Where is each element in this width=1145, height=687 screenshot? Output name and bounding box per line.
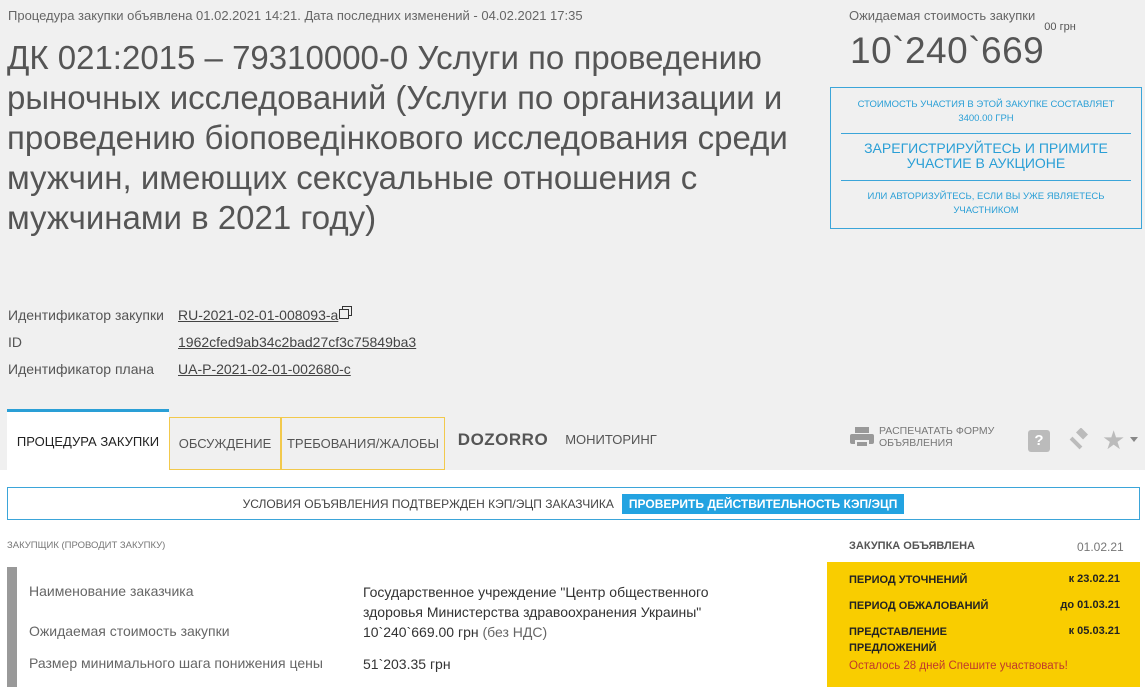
printer-icon xyxy=(850,427,874,448)
cost-currency: грн xyxy=(1059,20,1076,33)
plan-id-label: Идентификатор плана xyxy=(8,361,155,377)
announced-label: ЗАКУПКА ОБЪЯВЛЕНА xyxy=(849,540,975,552)
verify-signature-button[interactable]: ПРОВЕРИТЬ ДЕЙСТВИТЕЛЬНОСТЬ КЭП/ЭЦП xyxy=(621,493,905,514)
customer-name-label: Наименование заказчика xyxy=(29,583,194,599)
kep-text: УСЛОВИЯ ОБЪЯВЛЕНИЯ ПОДТВЕРЖДЕН КЭП/ЭЦП З… xyxy=(242,496,614,511)
kep-signature-bar: УСЛОВИЯ ОБЪЯВЛЕНИЯ ПОДТВЕРЖДЕН КЭП/ЭЦП З… xyxy=(7,487,1140,520)
id-row: ID 1962cfed9ab34c2bad27cf3c75849ba3 xyxy=(8,334,416,350)
announced-date: 01.02.21 xyxy=(1077,540,1124,554)
plan-id-link[interactable]: UA-P-2021-02-01-002680-c xyxy=(178,361,351,377)
copy-icon[interactable] xyxy=(339,306,353,319)
hammer-icon[interactable] xyxy=(1066,428,1092,454)
expected-cost-amount: 10`240`669.00 грн xyxy=(363,624,479,640)
tab-discussion[interactable]: ОБСУЖДЕНИЕ xyxy=(169,417,281,470)
min-step-value: 51`203.35 грн xyxy=(363,656,451,672)
section-accent-bar xyxy=(7,567,17,687)
cost-amount: 10`240`669 xyxy=(850,30,1045,71)
help-icon[interactable]: ? xyxy=(1028,430,1050,452)
procedure-meta-line: Процедура закупки объявлена 01.02.2021 1… xyxy=(8,8,583,23)
expected-cost-label: Ожидаемая стоимость закупки xyxy=(849,8,1036,23)
star-icon[interactable]: ★ xyxy=(1102,426,1125,454)
period-value: до 01.03.21 xyxy=(1060,599,1120,611)
tab-monitoring[interactable]: МОНИТОРИНГ xyxy=(559,409,663,470)
procurement-id-row: Идентификатор закупки RU-2021-02-01-00809… xyxy=(8,306,353,323)
customer-name-value: Государственное учреждение "Центр общест… xyxy=(363,584,709,620)
id-label: ID xyxy=(8,334,22,350)
period-value: к 23.02.21 xyxy=(1068,573,1120,585)
remaining-time-notice: Осталось 28 дней Спешите участвовать! xyxy=(849,660,1068,672)
expected-cost-value: 10`240`66900 грн xyxy=(850,21,1076,72)
chevron-down-icon[interactable] xyxy=(1130,437,1138,442)
vat-note: (без НДС) xyxy=(482,624,548,640)
expected-cost-row-value: 10`240`669.00 грн (без НДС) xyxy=(363,622,547,642)
expected-cost-row-label: Ожидаемая стоимость закупки xyxy=(29,623,230,639)
plan-id-row: Идентификатор плана UA-P-2021-02-01-00268… xyxy=(8,361,351,377)
page-title: ДК 021:2015 – 79310000-0 Услуги по прове… xyxy=(7,39,788,236)
customer-section-label: ЗАКУПЩИК (ПРОВОДИТ ЗАКУПКУ) xyxy=(7,540,166,551)
procurement-id-link[interactable]: RU-2021-02-01-008093-a xyxy=(178,307,338,323)
login-link[interactable]: ИЛИ АВТОРИЗУЙТЕСЬ, ЕСЛИ ВЫ УЖЕ ЯВЛЯЕТЕСЬ… xyxy=(831,181,1141,218)
procurement-id-label: Идентификатор закупки xyxy=(8,307,164,323)
print-button[interactable]: РАСПЕЧАТАТЬ ФОРМУ ОБЪЯВЛЕНИЯ xyxy=(850,425,999,449)
tab-procedure[interactable]: ПРОЦЕДУРА ЗАКУПКИ xyxy=(7,409,169,470)
tab-dozorro[interactable]: DOZORRO xyxy=(453,409,553,470)
id-link[interactable]: 1962cfed9ab34c2bad27cf3c75849ba3 xyxy=(178,334,416,350)
period-label: ПЕРИОД УТОЧНЕНИЙ xyxy=(849,574,968,586)
register-link[interactable]: ЗАРЕГИСТРИРУЙТЕСЬ И ПРИМИТЕ УЧАСТИЕ В АУ… xyxy=(831,134,1141,180)
cost-cents: 00 xyxy=(1044,20,1057,33)
period-label: ПЕРИОД ОБЖАЛОВАНИЙ xyxy=(849,600,989,612)
print-label: РАСПЕЧАТАТЬ ФОРМУ ОБЪЯВЛЕНИЯ xyxy=(879,425,995,449)
registration-box: СТОИМОСТЬ УЧАСТИЯ В ЭТОЙ ЗАКУПКЕ СОСТАВЛ… xyxy=(830,87,1142,229)
period-value: к 05.03.21 xyxy=(1068,625,1120,637)
tab-complaints[interactable]: ТРЕБОВАНИЯ/ЖАЛОБЫ xyxy=(281,417,445,470)
participation-cost-text: СТОИМОСТЬ УЧАСТИЯ В ЭТОЙ ЗАКУПКЕ СОСТАВЛ… xyxy=(857,99,1115,124)
period-label: ПРЕДСТАВЛЕНИЕ ПРЕДЛОЖЕНИЙ xyxy=(849,626,947,654)
periods-panel: ПЕРИОД УТОЧНЕНИЙ к 23.02.21 ПЕРИОД ОБЖАЛ… xyxy=(827,562,1140,687)
min-step-label: Размер минимального шага понижения цены xyxy=(29,655,323,671)
